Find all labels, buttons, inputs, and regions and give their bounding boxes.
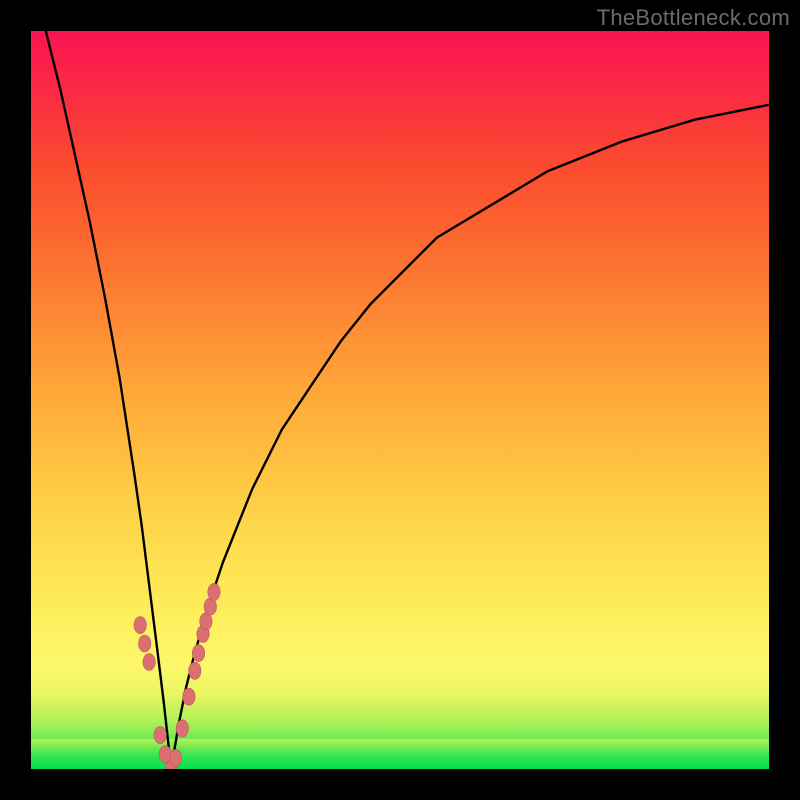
data-dot	[189, 662, 201, 679]
data-dot	[134, 617, 146, 634]
data-dot	[208, 583, 220, 600]
chart-svg	[31, 31, 769, 769]
data-dot	[176, 720, 188, 737]
chart-frame: TheBottleneck.com	[0, 0, 800, 800]
watermark-text: TheBottleneck.com	[597, 5, 790, 31]
plot-area	[31, 31, 769, 769]
data-dot	[200, 613, 212, 630]
data-dot	[169, 749, 181, 766]
data-dot	[143, 654, 155, 671]
data-dot	[183, 688, 195, 705]
dots-layer	[134, 583, 220, 769]
data-dot	[139, 635, 151, 652]
data-dot	[192, 645, 204, 662]
data-dot	[154, 727, 166, 744]
